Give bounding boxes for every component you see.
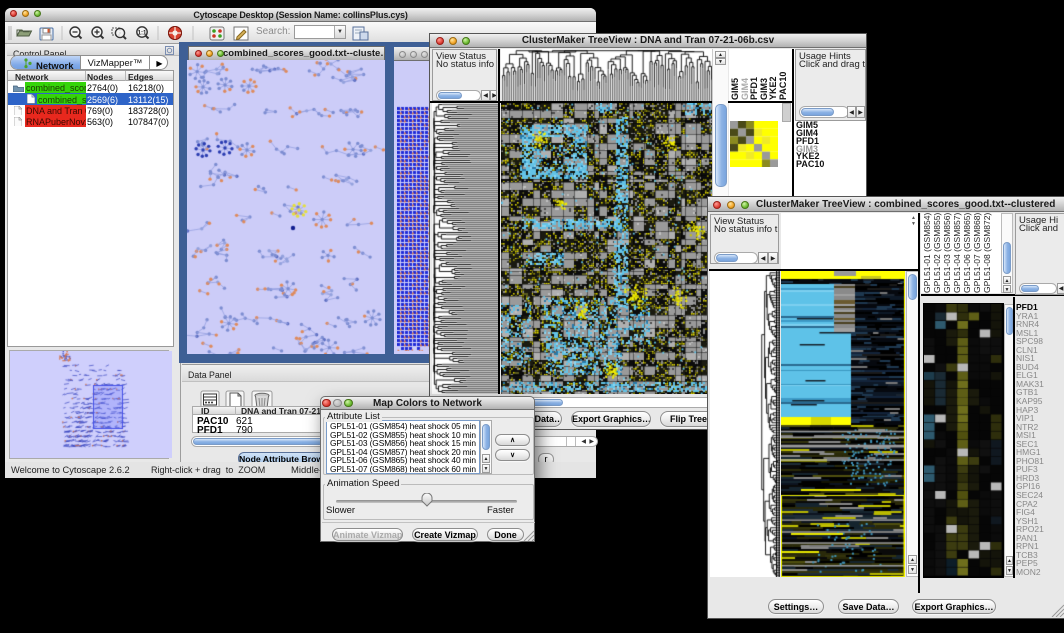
svg-text:1:1: 1:1 <box>138 31 147 37</box>
